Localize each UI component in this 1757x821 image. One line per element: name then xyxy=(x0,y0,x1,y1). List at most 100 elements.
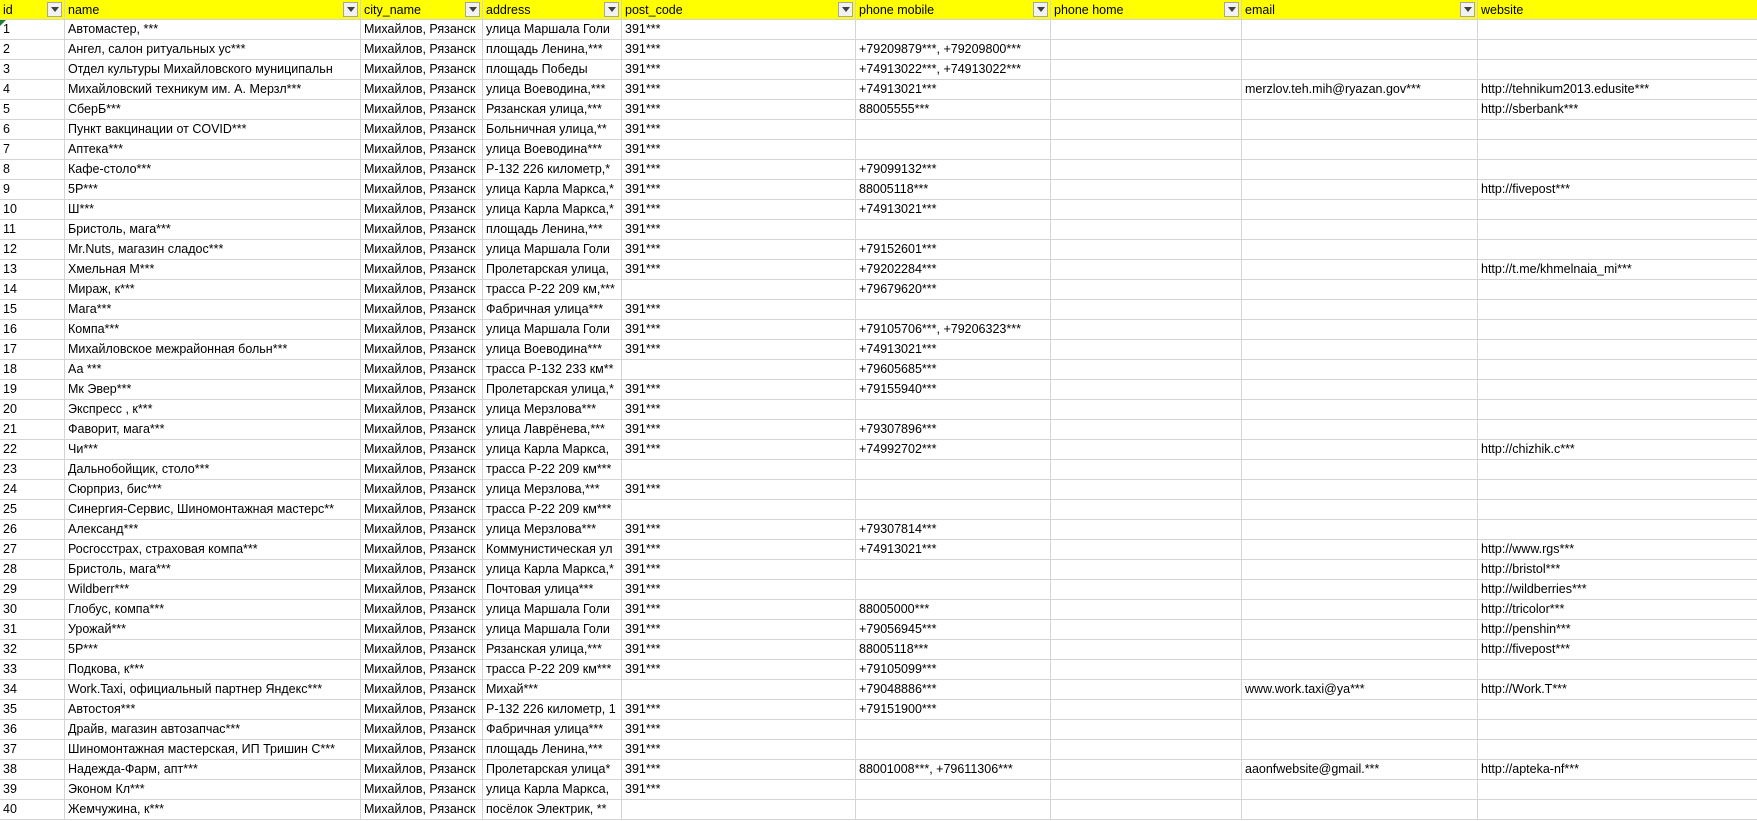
cell-home[interactable] xyxy=(1051,700,1242,720)
cell-address[interactable]: посёлок Электрик, ** xyxy=(483,800,622,820)
cell-website[interactable] xyxy=(1478,740,1757,760)
column-header-address[interactable]: address xyxy=(483,0,622,20)
cell-website[interactable] xyxy=(1478,60,1757,80)
cell-website[interactable] xyxy=(1478,380,1757,400)
cell-mobile[interactable] xyxy=(856,720,1051,740)
cell-post[interactable] xyxy=(622,800,856,820)
cell-id[interactable]: 30 xyxy=(0,600,65,620)
cell-email[interactable] xyxy=(1242,340,1478,360)
cell-post[interactable]: 391*** xyxy=(622,720,856,740)
cell-home[interactable] xyxy=(1051,120,1242,140)
cell-email[interactable] xyxy=(1242,40,1478,60)
cell-home[interactable] xyxy=(1051,520,1242,540)
cell-name[interactable]: Экспресс , к*** xyxy=(65,400,361,420)
cell-id[interactable]: 32 xyxy=(0,640,65,660)
cell-city[interactable]: Михайлов, Рязанск xyxy=(361,120,483,140)
cell-address[interactable]: площадь Ленина,*** xyxy=(483,220,622,240)
cell-post[interactable]: 391*** xyxy=(622,20,856,40)
cell-city[interactable]: Михайлов, Рязанск xyxy=(361,240,483,260)
cell-name[interactable]: Синергия-Сервис, Шиномонтажная мастерс** xyxy=(65,500,361,520)
cell-website[interactable] xyxy=(1478,700,1757,720)
cell-city[interactable]: Михайлов, Рязанск xyxy=(361,60,483,80)
cell-post[interactable]: 391*** xyxy=(622,440,856,460)
cell-id[interactable]: 5 xyxy=(0,100,65,120)
cell-city[interactable]: Михайлов, Рязанск xyxy=(361,660,483,680)
filter-dropdown-button[interactable] xyxy=(47,2,62,17)
column-header-email[interactable]: email xyxy=(1242,0,1478,20)
cell-website[interactable] xyxy=(1478,240,1757,260)
cell-email[interactable] xyxy=(1242,260,1478,280)
cell-city[interactable]: Михайлов, Рязанск xyxy=(361,720,483,740)
cell-home[interactable] xyxy=(1051,720,1242,740)
cell-post[interactable]: 391*** xyxy=(622,240,856,260)
cell-name[interactable]: Михайловский техникум им. А. Мерзл*** xyxy=(65,80,361,100)
cell-city[interactable]: Михайлов, Рязанск xyxy=(361,640,483,660)
cell-home[interactable] xyxy=(1051,260,1242,280)
cell-name[interactable]: 5Р*** xyxy=(65,180,361,200)
cell-website[interactable]: http://t.me/khmelnaia_mi*** xyxy=(1478,260,1757,280)
cell-name[interactable]: Бристоль, мага*** xyxy=(65,220,361,240)
cell-website[interactable] xyxy=(1478,360,1757,380)
cell-name[interactable]: Хмельная М*** xyxy=(65,260,361,280)
cell-id[interactable]: 7 xyxy=(0,140,65,160)
cell-home[interactable] xyxy=(1051,320,1242,340)
cell-name[interactable]: Глобус, компа*** xyxy=(65,600,361,620)
cell-mobile[interactable]: +79151900*** xyxy=(856,700,1051,720)
cell-email[interactable] xyxy=(1242,600,1478,620)
cell-address[interactable]: Пролетарская улица, xyxy=(483,260,622,280)
cell-post[interactable]: 391*** xyxy=(622,320,856,340)
cell-post[interactable]: 391*** xyxy=(622,100,856,120)
cell-website[interactable] xyxy=(1478,280,1757,300)
cell-post[interactable]: 391*** xyxy=(622,520,856,540)
cell-mobile[interactable]: +74913021*** xyxy=(856,540,1051,560)
cell-post[interactable] xyxy=(622,360,856,380)
cell-website[interactable]: http://Work.T*** xyxy=(1478,680,1757,700)
cell-website[interactable] xyxy=(1478,200,1757,220)
cell-city[interactable]: Михайлов, Рязанск xyxy=(361,320,483,340)
cell-mobile[interactable]: +79307814*** xyxy=(856,520,1051,540)
cell-post[interactable] xyxy=(622,680,856,700)
cell-home[interactable] xyxy=(1051,140,1242,160)
cell-name[interactable]: Сюрприз, бис*** xyxy=(65,480,361,500)
cell-email[interactable] xyxy=(1242,740,1478,760)
cell-email[interactable] xyxy=(1242,640,1478,660)
cell-name[interactable]: Автостоя*** xyxy=(65,700,361,720)
cell-home[interactable] xyxy=(1051,20,1242,40)
cell-id[interactable]: 17 xyxy=(0,340,65,360)
cell-mobile[interactable] xyxy=(856,580,1051,600)
cell-city[interactable]: Михайлов, Рязанск xyxy=(361,460,483,480)
cell-id[interactable]: 22 xyxy=(0,440,65,460)
cell-post[interactable]: 391*** xyxy=(622,140,856,160)
cell-address[interactable]: Р-132 226 километр, 1 xyxy=(483,700,622,720)
cell-post[interactable]: 391*** xyxy=(622,480,856,500)
cell-name[interactable]: СберБ*** xyxy=(65,100,361,120)
cell-home[interactable] xyxy=(1051,580,1242,600)
cell-city[interactable]: Михайлов, Рязанск xyxy=(361,200,483,220)
filter-dropdown-button[interactable] xyxy=(1460,2,1475,17)
cell-home[interactable] xyxy=(1051,420,1242,440)
cell-home[interactable] xyxy=(1051,100,1242,120)
cell-home[interactable] xyxy=(1051,540,1242,560)
cell-website[interactable] xyxy=(1478,460,1757,480)
cell-id[interactable]: 10 xyxy=(0,200,65,220)
cell-name[interactable]: Ангел, салон ритуальных ус*** xyxy=(65,40,361,60)
cell-address[interactable]: улица Карла Маркса,* xyxy=(483,200,622,220)
cell-address[interactable]: улица Воеводина,*** xyxy=(483,80,622,100)
cell-post[interactable]: 391*** xyxy=(622,120,856,140)
cell-home[interactable] xyxy=(1051,740,1242,760)
cell-post[interactable]: 391*** xyxy=(622,640,856,660)
cell-id[interactable]: 2 xyxy=(0,40,65,60)
cell-email[interactable] xyxy=(1242,400,1478,420)
cell-mobile[interactable] xyxy=(856,480,1051,500)
cell-address[interactable]: Пролетарская улица* xyxy=(483,760,622,780)
cell-home[interactable] xyxy=(1051,440,1242,460)
cell-address[interactable]: улица Карла Маркса, xyxy=(483,780,622,800)
cell-email[interactable] xyxy=(1242,180,1478,200)
cell-email[interactable]: aaonfwebsite@gmail.*** xyxy=(1242,760,1478,780)
cell-address[interactable]: Михай*** xyxy=(483,680,622,700)
cell-city[interactable]: Михайлов, Рязанск xyxy=(361,700,483,720)
cell-email[interactable] xyxy=(1242,320,1478,340)
cell-home[interactable] xyxy=(1051,160,1242,180)
cell-post[interactable]: 391*** xyxy=(622,220,856,240)
column-header-name[interactable]: name xyxy=(65,0,361,20)
